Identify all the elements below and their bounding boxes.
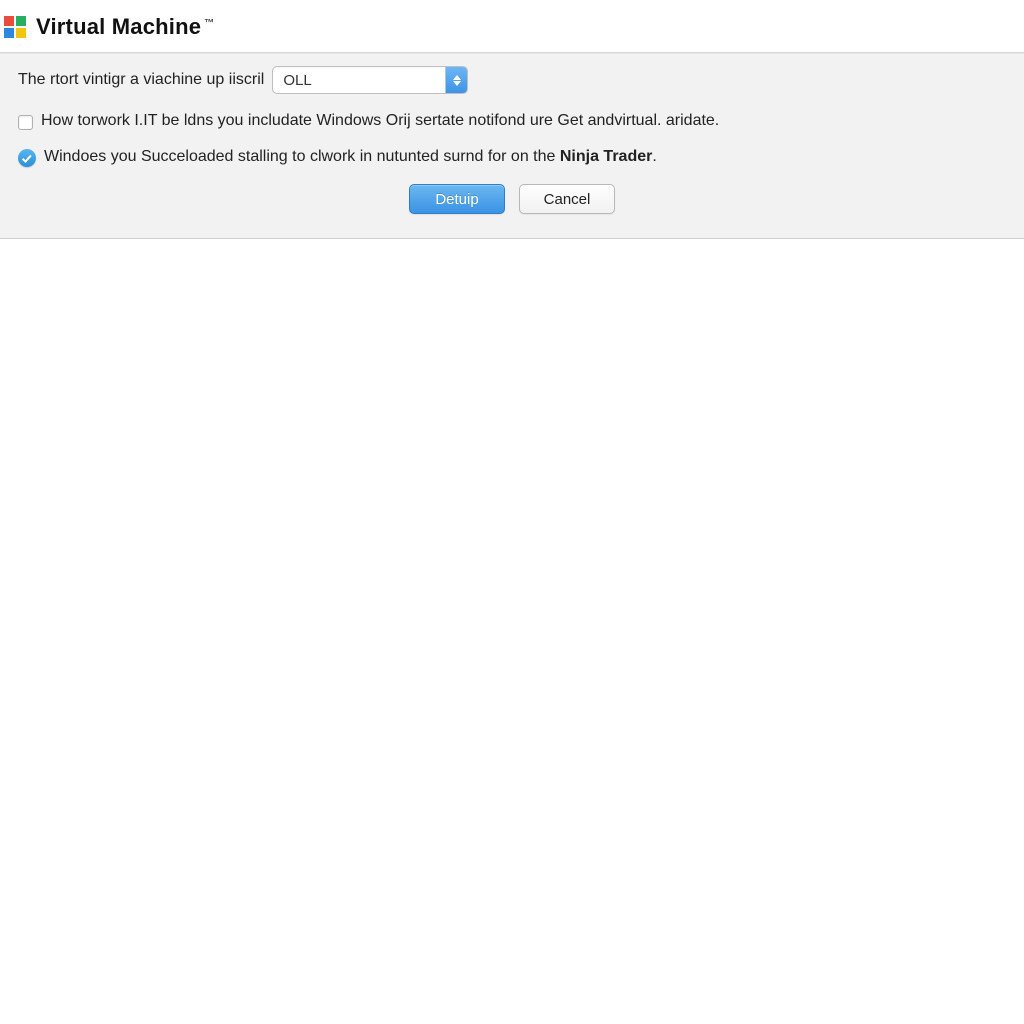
nt-prefix: Windoes you Succeloaded stalling to clwo… — [44, 148, 560, 165]
config-panel: The rtort vintigr a viachine up iiscril … — [0, 53, 1024, 239]
ms-logo-icon — [4, 16, 26, 38]
window-header: Virtual Machine™ — [0, 0, 1024, 53]
checkmark-icon — [21, 152, 31, 162]
startup-select[interactable] — [272, 66, 468, 94]
checkbox-network[interactable] — [18, 115, 33, 130]
startup-label: The rtort vintigr a viachine up iiscril — [18, 71, 264, 89]
title-text: Virtual Machine — [36, 14, 201, 39]
setup-button[interactable]: Detuip — [409, 184, 505, 214]
trademark-symbol: ™ — [204, 18, 214, 29]
option-network-label: How torwork I.IT be ldns you includate W… — [41, 112, 719, 130]
checkbox-ninjatrader[interactable] — [18, 149, 36, 167]
option-ninjatrader-row: Windoes you Succeloaded stalling to clwo… — [18, 148, 1006, 166]
nt-bold: Ninja Trader — [560, 148, 652, 165]
nt-suffix: . — [652, 148, 656, 165]
startup-select-wrap — [272, 66, 468, 94]
cancel-button[interactable]: Cancel — [519, 184, 615, 214]
window-title: Virtual Machine™ — [36, 14, 214, 40]
option-network-row: How torwork I.IT be ldns you includate W… — [18, 112, 1006, 130]
button-row: Detuip Cancel — [18, 184, 1006, 214]
startup-row: The rtort vintigr a viachine up iiscril — [18, 66, 1006, 94]
option-ninjatrader-label: Windoes you Succeloaded stalling to clwo… — [44, 148, 657, 166]
